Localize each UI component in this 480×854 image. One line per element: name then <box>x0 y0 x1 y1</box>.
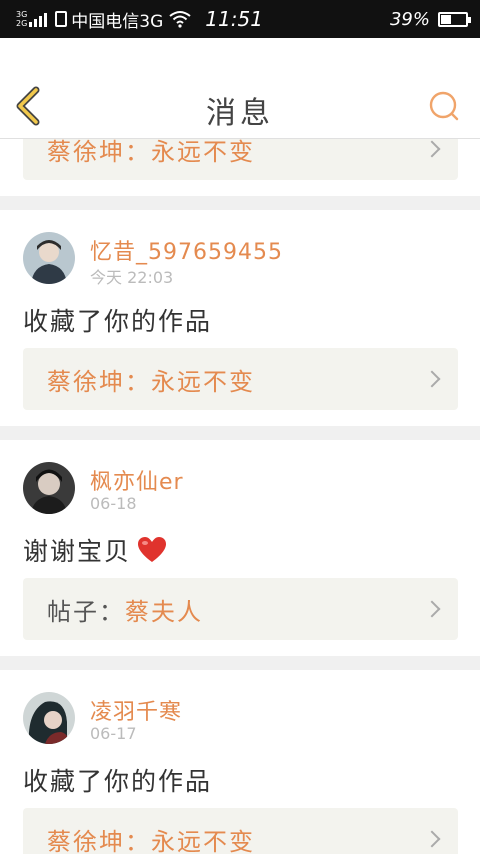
search-icon[interactable] <box>428 90 460 122</box>
clock: 11:51 <box>205 7 263 31</box>
message-card: 蔡徐坤： 永远不变 <box>0 138 480 196</box>
message-body: 谢谢宝贝 <box>23 537 132 566</box>
battery-icon <box>438 11 471 27</box>
reference-link[interactable]: 蔡徐坤： 永远不变 <box>23 808 458 854</box>
avatar[interactable] <box>23 462 75 514</box>
reference-link[interactable]: 帖子： 蔡夫人 <box>23 578 458 640</box>
reference-link[interactable]: 蔡徐坤： 永远不变 <box>23 348 458 410</box>
message-time: 06-18 <box>90 494 137 513</box>
network-type-top: 3G <box>16 10 28 19</box>
status-bar: 3G 2G 中国电信3G 11:51 39% <box>0 0 480 38</box>
message-body: 收藏了你的作品 <box>23 307 213 336</box>
heart-icon <box>138 537 167 562</box>
app-header: 消息 <box>0 38 480 139</box>
message-body: 收藏了你的作品 <box>23 767 213 796</box>
message-time: 今天 22:03 <box>90 268 174 287</box>
reference-title: 永远不变 <box>151 827 255 854</box>
message-card: 忆昔_597659455 今天 22:03 收藏了你的作品 蔡徐坤： 永远不变 <box>0 210 480 426</box>
username[interactable]: 凌羽千寒 <box>90 694 182 726</box>
chevron-right-icon <box>423 370 441 388</box>
battery-level <box>441 14 452 24</box>
carrier-name: 中国电信3G <box>71 11 164 32</box>
message-text: 谢谢宝贝 <box>23 532 167 568</box>
page-title: 消息 <box>206 96 274 131</box>
username[interactable]: 枫亦仙er <box>90 464 184 496</box>
network-type-bottom: 2G <box>16 19 28 28</box>
reference-label: 帖子： <box>47 597 125 626</box>
signal-icon <box>29 11 48 27</box>
chevron-right-icon <box>423 140 441 158</box>
reference-label: 蔡徐坤： <box>47 138 151 166</box>
chevron-right-icon <box>423 600 441 618</box>
message-card: 凌羽千寒 06-17 收藏了你的作品 蔡徐坤： 永远不变 <box>0 670 480 854</box>
reference-title: 永远不变 <box>151 138 255 166</box>
username[interactable]: 忆昔_597659455 <box>90 234 283 266</box>
message-text: 收藏了你的作品 <box>23 762 212 798</box>
avatar[interactable] <box>23 232 75 284</box>
reference-title: 蔡夫人 <box>125 597 203 626</box>
reference-label: 蔡徐坤： <box>47 827 151 854</box>
sim-icon <box>55 11 68 27</box>
avatar[interactable] <box>23 692 75 744</box>
message-card: 枫亦仙er 06-18 谢谢宝贝 帖子： 蔡夫人 <box>0 440 480 656</box>
chevron-right-icon <box>423 830 441 848</box>
battery-percent: 39% <box>389 8 430 30</box>
reference-link[interactable]: 蔡徐坤： 永远不变 <box>23 138 458 180</box>
reference-title: 永远不变 <box>151 367 255 396</box>
reference-label: 蔡徐坤： <box>47 367 151 396</box>
wifi-icon <box>169 11 191 28</box>
message-text: 收藏了你的作品 <box>23 302 212 338</box>
message-feed[interactable]: 蔡徐坤： 永远不变 忆昔_597659455 今天 22:03 收藏了你的作品 … <box>0 138 480 854</box>
network-type: 3G 2G <box>16 10 27 28</box>
message-time: 06-17 <box>90 724 137 743</box>
